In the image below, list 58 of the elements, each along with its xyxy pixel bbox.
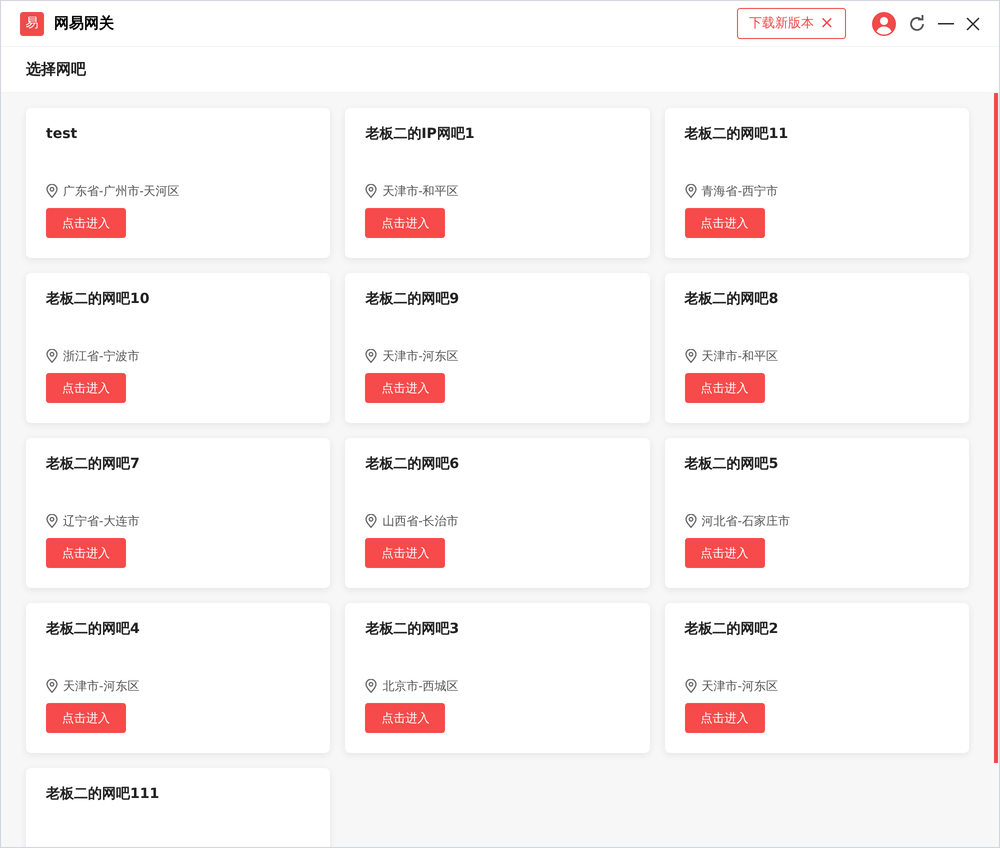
enter-button[interactable]: 点击进入: [365, 538, 446, 568]
refresh-icon[interactable]: [908, 14, 926, 32]
enter-button[interactable]: 点击进入: [684, 373, 765, 403]
location-text: 辽宁省-大连市: [63, 513, 140, 530]
location-pin-icon: [46, 184, 58, 198]
location-pin-icon: [684, 514, 697, 528]
cafe-name: 老板二的网吧10: [46, 290, 150, 309]
enter-button[interactable]: 点击进入: [684, 703, 765, 733]
cafe-name: 老板二的网吧3: [365, 620, 460, 639]
enter-button[interactable]: 点击进入: [365, 373, 446, 403]
location-text: 天津市-和平区: [382, 183, 459, 200]
user-avatar-icon[interactable]: [872, 12, 896, 36]
location-pin-icon: [365, 184, 378, 198]
location-text: 天津市-和平区: [702, 348, 778, 365]
enter-button[interactable]: 点击进入: [46, 538, 126, 568]
location-text: 天津市-河东区: [702, 678, 778, 695]
location-text: 广东省-广州市-天河区: [63, 183, 180, 200]
location-text: 山西省-长治市: [382, 513, 459, 530]
app-logo: 易: [20, 12, 44, 36]
enter-button[interactable]: 点击进入: [684, 208, 765, 238]
cafe-name: 老板二的网吧8: [684, 290, 778, 309]
cafe-name: 老板二的IP网吧1: [365, 125, 475, 144]
location-pin-icon: [46, 349, 58, 363]
cafe-name: 老板二的网吧11: [684, 125, 788, 144]
enter-button[interactable]: 点击进入: [46, 208, 126, 238]
close-icon[interactable]: [966, 16, 980, 30]
scroll-bar[interactable]: [994, 93, 998, 763]
cafe-name: 老板二的网吧7: [46, 455, 140, 474]
location-text: 北京市-西城区: [382, 678, 459, 695]
location-pin-icon: [46, 514, 58, 528]
cafe-name: 老板二的网吧4: [46, 620, 140, 639]
cafe-name: test: [46, 125, 78, 144]
enter-button[interactable]: 点击进入: [46, 373, 126, 403]
cafe-name: 老板二的网吧2: [684, 620, 778, 639]
location-pin-icon: [684, 184, 697, 198]
enter-button[interactable]: 点击进入: [365, 703, 446, 733]
location-text: 青海省-西宁市: [702, 183, 778, 200]
location-pin-icon: [684, 679, 697, 693]
location-text: 浙江省-宁波市: [63, 348, 140, 365]
location-pin-icon: [365, 679, 378, 693]
page-title: 选择网吧: [26, 59, 86, 80]
app-title: 网易网关: [54, 13, 114, 34]
location-text: 天津市-河东区: [382, 348, 459, 365]
enter-button[interactable]: 点击进入: [684, 538, 765, 568]
location-pin-icon: [365, 349, 378, 363]
download-update-button[interactable]: 下载新版本 ×: [736, 8, 846, 39]
cafe-name: 老板二的网吧9: [365, 290, 460, 309]
location-text: 天津市-河东区: [63, 678, 140, 695]
cafe-name: 老板二的网吧111: [46, 785, 160, 804]
minimize-icon[interactable]: [938, 22, 954, 24]
cafe-name: 老板二的网吧5: [684, 455, 778, 474]
location-pin-icon: [365, 514, 378, 528]
cafe-name: 老板二的网吧6: [365, 455, 460, 474]
enter-button[interactable]: 点击进入: [46, 703, 126, 733]
location-pin-icon: [46, 679, 58, 693]
enter-button[interactable]: 点击进入: [365, 208, 446, 238]
location-pin-icon: [684, 349, 697, 363]
location-text: 河北省-石家庄市: [702, 513, 790, 530]
